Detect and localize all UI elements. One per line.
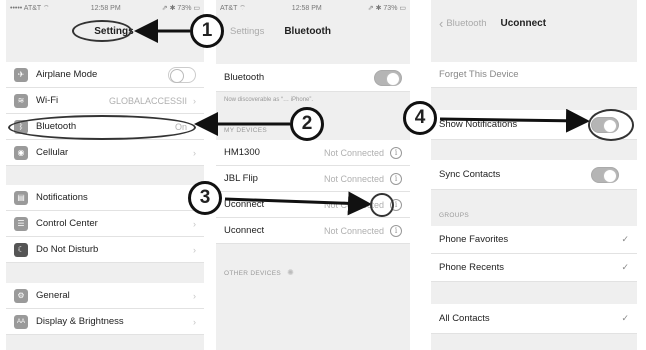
control-center-icon: ☰	[14, 216, 28, 231]
settings-highlight-ring	[72, 20, 132, 42]
bluetooth-toggle[interactable]	[374, 69, 402, 86]
device-status: Not Connected	[323, 225, 384, 236]
info-icon[interactable]: i	[390, 172, 402, 185]
toggle-highlight-ring	[588, 109, 634, 141]
settings-screen: ••••• AT&T ⌔ 12:58 PM ⇗ ✱ 73% ▭ Settings…	[6, 0, 204, 350]
bluetooth-screen: AT&T ⌔ 12:58 PM ⇗ ✱ 73% ▭ Settings Bluet…	[216, 0, 410, 350]
cellular-label: Cellular	[36, 147, 69, 158]
back-chevron-icon[interactable]: ‹	[439, 16, 443, 31]
wifi-label: Wi-Fi	[36, 95, 59, 106]
phone-recents-row[interactable]: Phone Recents ✓	[431, 254, 637, 282]
bluetooth-label: Bluetooth	[224, 72, 265, 83]
bluetooth-row[interactable]: Bluetooth	[216, 64, 410, 92]
time-text: 12:58 PM	[291, 4, 322, 12]
airplane-icon: ✈	[14, 67, 28, 82]
sync-contacts-label: Sync Contacts	[439, 169, 501, 180]
cellular-row[interactable]: ◉ Cellular ›	[6, 140, 204, 166]
status-bar: AT&T ⌔ 12:58 PM ⇗ ✱ 73% ▭	[216, 0, 410, 16]
control-center-label: Control Center	[36, 218, 98, 229]
all-contacts-row[interactable]: All Contacts ✓	[431, 304, 637, 334]
phone-favorites-row[interactable]: Phone Favorites ✓	[431, 226, 637, 254]
general-row[interactable]: ⚙ General ›	[6, 283, 204, 309]
page-title: Uconnect	[500, 17, 547, 29]
device-name: HM1300	[224, 147, 260, 158]
device-status: Not Connected	[323, 173, 384, 184]
groups-header: GROUPS	[439, 212, 469, 219]
back-button[interactable]: Bluetooth	[446, 18, 486, 29]
wifi-network: GLOBALACCESSII	[108, 95, 187, 106]
airplane-mode-row[interactable]: ✈ Airplane Mode	[6, 62, 204, 88]
chevron-right-icon: ›	[193, 290, 196, 301]
chevron-right-icon: ›	[193, 244, 196, 255]
show-notifications-label: Show Notifications	[439, 119, 518, 130]
display-icon: AA	[14, 314, 28, 329]
page-title: Bluetooth	[284, 25, 331, 37]
nav-bar: ‹ Bluetooth Uconnect	[431, 10, 637, 36]
device-name: JBL Flip	[224, 173, 258, 184]
gear-icon: ⚙	[14, 288, 28, 303]
other-devices-header: OTHER DEVICES ✺	[224, 268, 294, 277]
do-not-disturb-row[interactable]: ☾ Do Not Disturb ›	[6, 237, 204, 263]
callout-4: 4	[403, 101, 437, 135]
checkmark-icon: ✓	[621, 262, 629, 272]
my-devices-header: MY DEVICES	[224, 127, 267, 134]
notifications-row[interactable]: ▤ Notifications ›	[6, 185, 204, 211]
bluetooth-highlight-ring	[8, 115, 196, 140]
info-icon[interactable]: i	[390, 224, 402, 237]
notifications-label: Notifications	[36, 192, 88, 203]
device-name: Uconnect	[224, 225, 265, 236]
airplane-toggle[interactable]	[168, 66, 196, 83]
checkmark-icon: ✓	[621, 234, 629, 244]
battery-text: ⇗ ✱ 73% ▭	[367, 5, 406, 12]
chevron-right-icon: ›	[193, 218, 196, 229]
info-icon[interactable]: i	[390, 146, 402, 159]
nav-bar: Settings Bluetooth	[216, 18, 410, 44]
callout-1: 1	[190, 14, 224, 48]
wifi-icon: ≋	[14, 93, 28, 108]
device-row[interactable]: HM1300 Not Connected i	[216, 140, 410, 166]
chevron-right-icon: ›	[193, 95, 196, 106]
device-row[interactable]: Uconnect Not Connected i	[216, 218, 410, 244]
display-label: Display & Brightness	[36, 316, 124, 327]
cellular-icon: ◉	[14, 145, 28, 160]
callout-2: 2	[290, 107, 324, 141]
time-text: 12:58 PM	[90, 4, 121, 12]
control-center-row[interactable]: ☰ Control Center ›	[6, 211, 204, 237]
back-button[interactable]: Settings	[230, 26, 264, 37]
sync-contacts-row[interactable]: Sync Contacts	[431, 160, 637, 190]
device-row[interactable]: JBL Flip Not Connected i	[216, 166, 410, 192]
other-devices-label: OTHER DEVICES	[224, 270, 281, 277]
dnd-label: Do Not Disturb	[36, 244, 99, 255]
general-label: General	[36, 290, 70, 301]
chevron-right-icon: ›	[193, 147, 196, 158]
battery-text: ⇗ ✱ 73% ▭	[161, 5, 200, 12]
airplane-label: Airplane Mode	[36, 69, 98, 80]
forget-device-row[interactable]: Forget This Device	[431, 62, 637, 88]
discoverable-note: Now discoverable as “… iPhone”.	[224, 97, 314, 103]
callout-3: 3	[188, 181, 222, 215]
phone-favorites-label: Phone Favorites	[439, 234, 509, 245]
all-contacts-label: All Contacts	[439, 313, 490, 324]
sync-contacts-toggle[interactable]	[591, 166, 619, 183]
moon-icon: ☾	[14, 242, 28, 257]
spinner-icon: ✺	[287, 268, 295, 277]
status-bar: ••••• AT&T ⌔ 12:58 PM ⇗ ✱ 73% ▭	[6, 0, 204, 16]
carrier-text: ••••• AT&T ⌔	[10, 4, 50, 12]
forget-device-label: Forget This Device	[439, 69, 519, 80]
device-status: Not Connected	[323, 147, 384, 158]
wifi-row[interactable]: ≋ Wi-Fi GLOBALACCESSII ›	[6, 88, 204, 114]
display-brightness-row[interactable]: AA Display & Brightness ›	[6, 309, 204, 335]
device-name: Uconnect	[224, 199, 265, 210]
device-detail-screen: ‹ Bluetooth Uconnect Forget This Device …	[431, 0, 637, 350]
chevron-right-icon: ›	[193, 316, 196, 327]
phone-recents-label: Phone Recents	[439, 262, 504, 273]
checkmark-icon: ✓	[621, 313, 629, 323]
info-highlight-ring	[370, 193, 394, 217]
notifications-icon: ▤	[14, 190, 28, 205]
carrier-text: AT&T ⌔	[220, 4, 246, 12]
